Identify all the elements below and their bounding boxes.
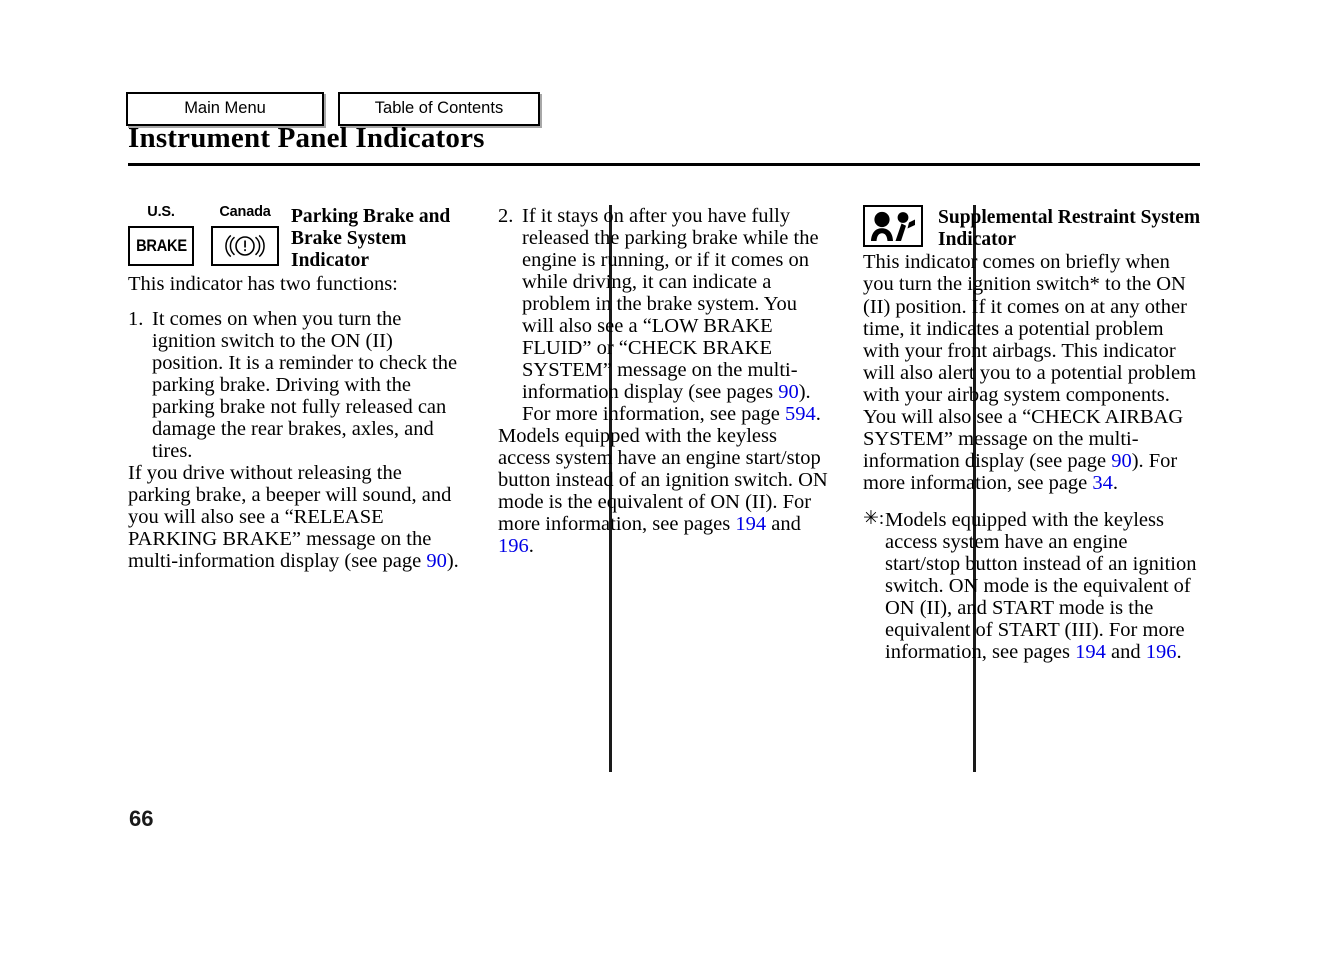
page-link-34[interactable]: 34 [1092,472,1113,494]
brake-icon-text: BRAKE [135,236,187,255]
paragraph-2-text-a: If you drive without releasing the parki… [128,461,452,573]
page-link-90[interactable]: 90 [426,550,447,572]
list-number-1: 1. [128,307,144,330]
list-text-1: It comes on when you turn the ignition s… [152,307,458,462]
srs-text-c: . [1112,471,1119,494]
page-link-196-col2[interactable]: 196 [498,535,529,557]
column-parking-brake: U.S. BRAKE Canada Parking Brake and Brak… [128,205,484,775]
footnote-text-c: . [1176,640,1182,663]
page-link-194-col2[interactable]: 194 [735,513,766,535]
title-rule-divider [128,163,1200,166]
footnote-text-a: Models equipped with the keyless access … [885,508,1197,663]
srs-header: Supplemental Restraint System Indicator [863,205,1203,251]
page-number: 66 [129,806,154,831]
srs-paragraph-1: This indicator comes on briefly when you… [863,251,1203,493]
srs-airbag-indicator-icon [863,205,923,247]
list-text-2-a: If it stays on after you have fully rele… [522,205,819,404]
keyless-text-c: . [528,535,534,558]
list-text-2: If it stays on after you have fully rele… [522,205,833,425]
keyless-text-b: and [766,513,801,536]
srs-text-a: This indicator comes on briefly when you… [863,251,1197,472]
paragraph-2-text-b: ). [446,550,459,573]
canada-indicator-unit: Canada [211,205,279,266]
table-of-contents-button[interactable]: Table of Contents [338,92,540,126]
column-brake-continued: 2. If it stays on after you have fully r… [484,205,849,775]
page-link-196-col3[interactable]: 196 [1146,641,1177,663]
brake-symbol-svg [225,234,265,257]
page-link-90-col3[interactable]: 90 [1111,450,1132,472]
footnote-text: Models equipped with the keyless access … [885,509,1203,663]
parking-brake-heading: Parking Brake and Brake System Indicator [291,206,451,272]
airbag-symbol-svg [871,211,915,241]
footnote-text-b: and [1105,640,1146,663]
page-link-194-col3[interactable]: 194 [1075,641,1106,663]
parking-brake-list-item-1: 1. It comes on when you turn the ignitio… [128,308,466,462]
main-menu-button[interactable]: Main Menu [126,92,324,126]
brake-text-indicator-icon: BRAKE [128,225,194,266]
list-number-2: 2. [498,205,514,227]
asterisk-footnote-marker-icon: ✳: [863,507,885,529]
content-columns: U.S. BRAKE Canada Parking Brake and Brak… [128,205,1203,775]
srs-footnote: ✳: Models equipped with the keyless acce… [863,507,1203,663]
parking-brake-header: U.S. BRAKE Canada Parking Brake and Brak… [128,205,466,273]
top-navigation-bar: Main Menu Table of Contents [126,92,540,126]
parking-brake-list-item-2: 2. If it stays on after you have fully r… [498,205,833,425]
list-text-2-c: . [815,403,821,426]
brake-circle-exclamation-indicator-icon [211,225,279,266]
canada-region-label: Canada [219,204,271,220]
keyless-access-paragraph: Models equipped with the keyless access … [498,425,833,557]
page-link-594[interactable]: 594 [785,403,816,425]
indicator-icon-group: U.S. BRAKE Canada [128,205,279,266]
parking-brake-paragraph-2: If you drive without releasing the parki… [128,462,466,572]
page-title: Instrument Panel Indicators [128,122,485,154]
page-link-90-col2[interactable]: 90 [778,381,799,403]
parking-brake-intro: This indicator has two functions: [128,272,398,295]
us-indicator-unit: U.S. BRAKE [128,205,194,266]
column-srs-indicator: Supplemental Restraint System Indicator … [849,205,1203,775]
us-region-label: U.S. [147,204,175,220]
srs-heading: Supplemental Restraint System Indicator [938,207,1201,251]
